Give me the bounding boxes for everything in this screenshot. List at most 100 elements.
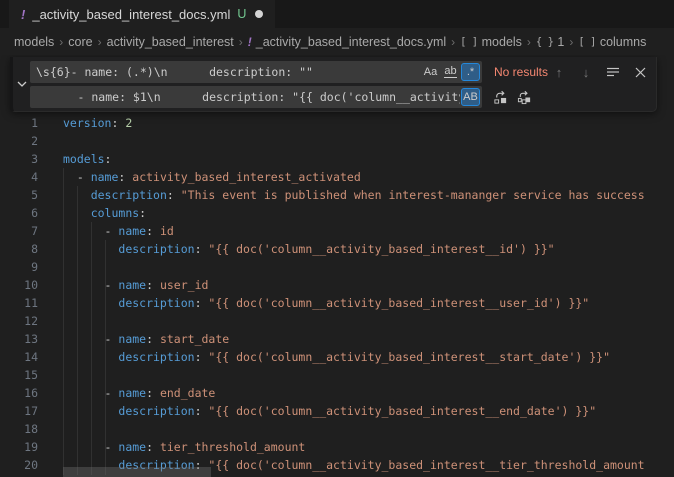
code-line[interactable]: 14 description: "{{ doc('column__activit… <box>0 348 674 366</box>
line-number[interactable]: 19 <box>0 438 38 456</box>
breadcrumb-separator-icon: › <box>59 35 63 49</box>
find-input[interactable]: \s{6}- name: (.*)\n description: "" Aa a… <box>30 61 482 83</box>
breadcrumb-item-models[interactable]: [ ] models <box>460 35 522 49</box>
code-line[interactable]: 19 - name: tier_threshold_amount <box>0 438 674 456</box>
line-number[interactable]: 9 <box>0 258 38 276</box>
code-text: - name: start_date <box>38 330 229 348</box>
code-line[interactable]: 4 - name: activity_based_interest_activa… <box>0 168 674 186</box>
regex-button[interactable]: .* <box>461 63 480 81</box>
code-text <box>38 312 63 330</box>
replace-input[interactable]: - name: $1\n description: "{{ doc('colum… <box>30 86 482 108</box>
line-number[interactable]: 6 <box>0 204 38 222</box>
selection-lines-icon <box>606 66 620 78</box>
code-line[interactable]: 12 <box>0 312 674 330</box>
code-line[interactable]: 17 description: "{{ doc('column__activit… <box>0 402 674 420</box>
line-number[interactable]: 15 <box>0 366 38 384</box>
line-number[interactable]: 13 <box>0 330 38 348</box>
tab-bar: ! _activity_based_interest_docs.yml U <box>0 0 674 28</box>
code-text: version: 2 <box>38 114 132 132</box>
code-line[interactable]: 5 description: "This event is published … <box>0 186 674 204</box>
replace-all-button[interactable] <box>514 87 534 107</box>
previous-match-button[interactable]: ↑ <box>549 62 569 82</box>
code-line[interactable]: 6 columns: <box>0 204 674 222</box>
breadcrumb: models › core › activity_based_interest › !_ac… <box>0 28 674 55</box>
symbol-object-icon: { } <box>536 36 553 48</box>
line-number[interactable]: 10 <box>0 276 38 294</box>
close-icon <box>635 67 646 78</box>
code-text <box>38 420 63 438</box>
code-line[interactable]: 16 - name: end_date <box>0 384 674 402</box>
next-match-button[interactable]: ↓ <box>576 62 596 82</box>
toggle-replace-button[interactable] <box>13 61 30 107</box>
code-line[interactable]: 7 - name: id <box>0 222 674 240</box>
breadcrumb-item-1[interactable]: { } 1 <box>536 35 564 49</box>
find-status-label: No results <box>494 65 548 79</box>
code-text: - name: end_date <box>38 384 215 402</box>
line-number[interactable]: 16 <box>0 384 38 402</box>
line-number[interactable]: 11 <box>0 294 38 312</box>
symbol-array-icon: [ ] <box>460 36 477 48</box>
close-find-widget-button[interactable] <box>630 62 650 82</box>
code-text: - name: tier_threshold_amount <box>38 438 305 456</box>
yaml-file-icon: ! <box>21 7 25 22</box>
find-in-selection-button[interactable] <box>603 62 623 82</box>
breadcrumb-item-_activity_based_interest_docs.yml[interactable]: !_activity_based_interest_docs.yml <box>248 35 446 49</box>
line-number[interactable]: 17 <box>0 402 38 420</box>
code-line[interactable]: 2 <box>0 132 674 150</box>
whole-word-button[interactable]: ab <box>441 63 460 81</box>
unsaved-changes-dot[interactable] <box>255 10 263 18</box>
replace-value-text: - name: $1\n description: "{{ doc('colum… <box>36 90 460 104</box>
breadcrumb-label: models <box>482 35 522 49</box>
line-number[interactable]: 8 <box>0 240 38 258</box>
breadcrumb-separator-icon: › <box>239 35 243 49</box>
breadcrumb-item-columns[interactable]: [ ]columns <box>578 35 646 49</box>
breadcrumb-label: columns <box>600 35 647 49</box>
line-number[interactable]: 5 <box>0 186 38 204</box>
code-text: description: "This event is published wh… <box>38 186 645 204</box>
line-number[interactable]: 3 <box>0 150 38 168</box>
line-number[interactable]: 1 <box>0 114 38 132</box>
code-line[interactable]: 10 - name: user_id <box>0 276 674 294</box>
code-line[interactable]: 13 - name: start_date <box>0 330 674 348</box>
horizontal-scrollbar-thumb[interactable] <box>63 467 211 477</box>
breadcrumb-item-activity_based_interest[interactable]: activity_based_interest <box>107 35 234 49</box>
code-text <box>38 258 63 276</box>
match-case-button[interactable]: Aa <box>421 63 440 81</box>
code-line[interactable]: 8 description: "{{ doc('column__activity… <box>0 240 674 258</box>
breadcrumb-item-models[interactable]: models <box>14 35 54 49</box>
line-number[interactable]: 2 <box>0 132 38 150</box>
preserve-case-button[interactable]: AB <box>461 88 480 106</box>
breadcrumb-label: 1 <box>557 35 564 49</box>
editor[interactable]: \s{6}- name: (.*)\n description: "" Aa a… <box>0 55 674 477</box>
find-replace-widget: \s{6}- name: (.*)\n description: "" Aa a… <box>10 57 657 112</box>
code-line[interactable]: 11 description: "{{ doc('column__activit… <box>0 294 674 312</box>
tab-activity-based-interest-docs[interactable]: ! _activity_based_interest_docs.yml U <box>9 0 275 28</box>
line-number[interactable]: 18 <box>0 420 38 438</box>
code-line[interactable]: 18 <box>0 420 674 438</box>
code-text: description: "{{ doc('column__activity_b… <box>38 240 555 258</box>
tab-title: _activity_based_interest_docs.yml <box>32 7 230 22</box>
find-row: \s{6}- name: (.*)\n description: "" Aa a… <box>30 61 650 83</box>
line-number[interactable]: 20 <box>0 456 38 474</box>
code-line[interactable]: 1version: 2 <box>0 114 674 132</box>
breadcrumb-separator-icon: › <box>527 35 531 49</box>
git-status-badge: U <box>237 7 246 21</box>
replace-row: - name: $1\n description: "{{ doc('colum… <box>30 86 650 108</box>
line-number[interactable]: 4 <box>0 168 38 186</box>
breadcrumb-item-core[interactable]: core <box>68 35 92 49</box>
breadcrumb-label: models <box>14 35 54 49</box>
code-line[interactable]: 15 <box>0 366 674 384</box>
breadcrumb-label: core <box>68 35 92 49</box>
code-text <box>38 366 63 384</box>
code-text: models: <box>38 150 111 168</box>
code-line[interactable]: 3models: <box>0 150 674 168</box>
replace-button[interactable] <box>490 87 510 107</box>
breadcrumb-separator-icon: › <box>98 35 102 49</box>
code-line[interactable]: 9 <box>0 258 674 276</box>
code-text: description: "{{ doc('column__activity_b… <box>38 348 610 366</box>
breadcrumb-label: activity_based_interest <box>107 35 234 49</box>
code-text: description: "{{ doc('column__activity_b… <box>38 294 589 312</box>
line-number[interactable]: 14 <box>0 348 38 366</box>
line-number[interactable]: 7 <box>0 222 38 240</box>
line-number[interactable]: 12 <box>0 312 38 330</box>
